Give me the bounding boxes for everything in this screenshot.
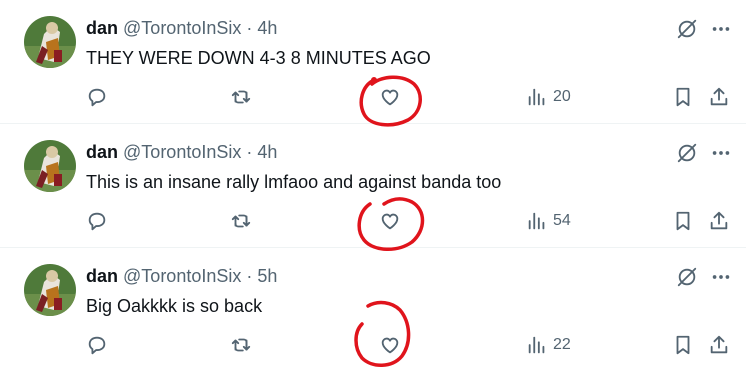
like-button[interactable] xyxy=(379,334,401,356)
retweet-icon xyxy=(231,214,251,228)
user-handle[interactable]: @TorontoInSix xyxy=(123,18,241,38)
share-button[interactable] xyxy=(708,210,730,232)
tweet-header: dan @TorontoInSix · 4h xyxy=(86,141,277,163)
avatar[interactable] xyxy=(24,16,76,68)
share-icon xyxy=(710,211,728,230)
share-icon xyxy=(710,87,728,106)
retweet-icon xyxy=(231,90,251,104)
tweet-text: This is an insane rally lmfaoo and again… xyxy=(86,172,502,192)
tweet[interactable]: dan @TorontoInSix · 4h This is an insane… xyxy=(0,124,746,248)
share-icon xyxy=(710,335,728,354)
heart-icon xyxy=(381,337,399,354)
grok-icon[interactable] xyxy=(676,142,698,164)
share-button[interactable] xyxy=(708,86,730,108)
avatar[interactable] xyxy=(24,264,76,316)
views-count: 54 xyxy=(553,212,571,229)
reply-button[interactable] xyxy=(86,86,108,108)
reply-icon xyxy=(88,336,106,355)
timestamp[interactable]: 4h xyxy=(257,18,277,38)
reply-icon xyxy=(88,88,106,107)
views-button[interactable]: 54 xyxy=(526,210,571,232)
views-count: 22 xyxy=(553,336,571,353)
bookmark-button[interactable] xyxy=(672,86,694,108)
heart-icon xyxy=(381,89,399,106)
timestamp[interactable]: 4h xyxy=(257,142,277,162)
bookmark-icon xyxy=(676,87,690,107)
display-name[interactable]: dan xyxy=(86,266,118,286)
more-icon[interactable] xyxy=(710,266,732,288)
user-handle[interactable]: @TorontoInSix xyxy=(123,142,241,162)
grok-icon[interactable] xyxy=(676,18,698,40)
views-icon xyxy=(528,336,545,354)
timestamp[interactable]: 5h xyxy=(257,266,277,286)
tweet[interactable]: dan @TorontoInSix · 4h THEY WERE DOWN 4-… xyxy=(0,0,746,124)
tweet-header: dan @TorontoInSix · 5h xyxy=(86,265,277,287)
display-name[interactable]: dan xyxy=(86,18,118,38)
retweet-icon xyxy=(231,338,251,352)
heart-icon xyxy=(381,213,399,230)
retweet-button[interactable] xyxy=(230,334,252,356)
tweet-text: Big Oakkkk is so back xyxy=(86,296,263,316)
bookmark-icon xyxy=(676,335,690,355)
views-button[interactable]: 22 xyxy=(526,334,571,356)
retweet-button[interactable] xyxy=(230,210,252,232)
bookmark-icon xyxy=(676,211,690,231)
views-icon xyxy=(528,212,545,230)
tweet-text: THEY WERE DOWN 4-3 8 MINUTES AGO xyxy=(86,48,431,68)
user-handle[interactable]: @TorontoInSix xyxy=(123,266,241,286)
separator-dot: · xyxy=(246,18,253,38)
like-button[interactable] xyxy=(379,210,401,232)
grok-icon[interactable] xyxy=(676,266,698,288)
bookmark-button[interactable] xyxy=(672,210,694,232)
views-count: 20 xyxy=(553,88,571,105)
like-button[interactable] xyxy=(379,86,401,108)
separator-dot: · xyxy=(246,142,253,162)
separator-dot: · xyxy=(246,266,253,286)
views-icon xyxy=(528,88,545,106)
reply-button[interactable] xyxy=(86,210,108,232)
more-icon[interactable] xyxy=(710,142,732,164)
tweet[interactable]: dan @TorontoInSix · 5h Big Oakkkk is so … xyxy=(0,248,746,372)
retweet-button[interactable] xyxy=(230,86,252,108)
more-icon[interactable] xyxy=(710,18,732,40)
reply-icon xyxy=(88,212,106,231)
bookmark-button[interactable] xyxy=(672,334,694,356)
share-button[interactable] xyxy=(708,334,730,356)
tweet-header: dan @TorontoInSix · 4h xyxy=(86,17,277,39)
display-name[interactable]: dan xyxy=(86,142,118,162)
reply-button[interactable] xyxy=(86,334,108,356)
views-button[interactable]: 20 xyxy=(526,86,571,108)
avatar[interactable] xyxy=(24,140,76,192)
